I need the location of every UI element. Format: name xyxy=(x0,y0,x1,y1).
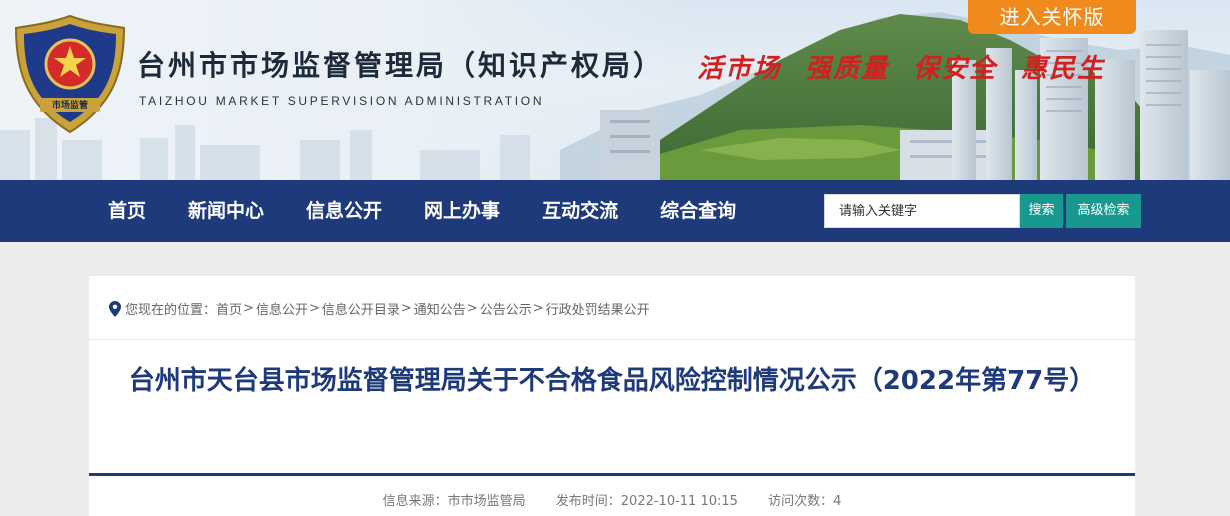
article-meta: 信息来源：市市场监管局 发布时间：2022-10-11 10:15 访问次数：4 xyxy=(89,490,1135,509)
search-button[interactable]: 搜索 xyxy=(1020,194,1063,228)
breadcrumb-item-announcements[interactable]: 公告公示 xyxy=(480,299,532,318)
article-source: 信息来源：市市场监管局 xyxy=(382,494,526,509)
emblem-icon xyxy=(14,14,126,134)
slogan-item: 强质量 xyxy=(805,54,890,84)
slogan-item: 惠民生 xyxy=(1021,54,1106,84)
breadcrumb: 您现在的位置： 首页 > 信息公开 > 信息公开目录 > 通知公告 > 公告公示… xyxy=(109,299,650,318)
search-box xyxy=(824,194,1020,228)
site-name: 台州市市场监督管理局（知识产权局） xyxy=(137,49,665,82)
slogans: 活市场 强质量 保安全 惠民生 xyxy=(697,48,1105,85)
breadcrumb-item-notices[interactable]: 通知公告 xyxy=(414,299,466,318)
breadcrumb-separator: > xyxy=(466,301,478,316)
advanced-search-button[interactable]: 高级检索 xyxy=(1066,194,1141,228)
article-title: 台州市天台县市场监督管理局关于不合格食品风险控制情况公示（2022年第77号） xyxy=(128,366,1096,396)
article-publish-time: 发布时间：2022-10-11 10:15 xyxy=(555,494,738,509)
slogan-item: 活市场 xyxy=(697,54,782,84)
nav-item-info-disclosure[interactable]: 信息公开 xyxy=(306,180,382,242)
nav-item-home[interactable]: 首页 xyxy=(108,180,146,242)
breadcrumb-separator: > xyxy=(532,301,544,316)
breadcrumb-divider xyxy=(89,339,1135,340)
breadcrumb-separator: > xyxy=(400,301,412,316)
breadcrumb-item-info-catalog[interactable]: 信息公开目录 xyxy=(322,299,400,318)
site-name-english: TAIZHOU MARKET SUPERVISION ADMINISTRATIO… xyxy=(139,94,545,108)
nav-item-interaction[interactable]: 互动交流 xyxy=(542,180,618,242)
breadcrumb-separator: > xyxy=(243,301,254,316)
main-nav: 首页 新闻中心 信息公开 网上办事 互动交流 综合查询 搜索 高级检索 xyxy=(0,180,1230,242)
nav-item-query[interactable]: 综合查询 xyxy=(660,180,736,242)
breadcrumb-separator: > xyxy=(308,301,320,316)
slogan-item: 保安全 xyxy=(913,54,998,84)
nav-item-online-services[interactable]: 网上办事 xyxy=(424,180,500,242)
article-card: 您现在的位置： 首页 > 信息公开 > 信息公开目录 > 通知公告 > 公告公示… xyxy=(89,276,1135,516)
care-mode-button[interactable]: 进入关怀版 xyxy=(968,0,1136,34)
breadcrumb-item-penalty-results[interactable]: 行政处罚结果公开 xyxy=(546,299,650,318)
header-banner: 市场监管 台州市市场监督管理局（知识产权局） TAIZHOU MARKET SU… xyxy=(0,0,1230,180)
emblem-label: 市场监管 xyxy=(51,101,88,111)
location-pin-icon xyxy=(109,300,121,317)
article-views: 访问次数：4 xyxy=(768,494,842,509)
search-input[interactable] xyxy=(825,195,1019,227)
breadcrumb-prefix: 您现在的位置： xyxy=(125,303,217,318)
title-rule xyxy=(89,473,1135,476)
breadcrumb-item-info-disclosure[interactable]: 信息公开 xyxy=(256,299,308,318)
breadcrumb-item-home[interactable]: 首页 xyxy=(216,299,242,318)
nav-item-news[interactable]: 新闻中心 xyxy=(188,180,264,242)
